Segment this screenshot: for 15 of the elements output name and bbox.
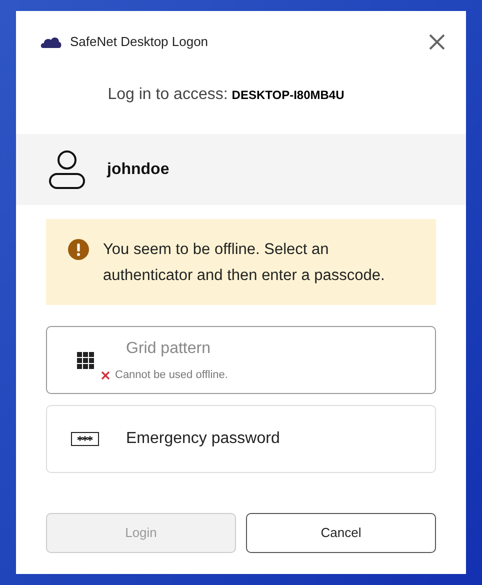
error-message: Cannot be used offline. xyxy=(115,368,228,383)
authenticator-option[interactable]: Emergency password xyxy=(46,405,436,473)
password-field-icon xyxy=(71,432,99,446)
window-title: SafeNet Desktop Logon xyxy=(70,33,208,52)
user-icon xyxy=(49,150,85,190)
cancel-button[interactable]: Cancel xyxy=(246,513,436,553)
username: johndoe xyxy=(107,160,170,180)
error-cross-icon xyxy=(101,370,110,380)
notice-text: You seem to be offline. Select an authenticator and then enter a passcode. xyxy=(103,240,386,286)
grid-icon xyxy=(76,352,94,368)
machine-name: DESKTOP-I80MB4U xyxy=(232,87,344,104)
close-icon xyxy=(429,34,445,50)
access-label: Log in to access: xyxy=(108,85,228,105)
cloud-logo-icon xyxy=(40,36,62,48)
warning-icon xyxy=(68,239,89,260)
